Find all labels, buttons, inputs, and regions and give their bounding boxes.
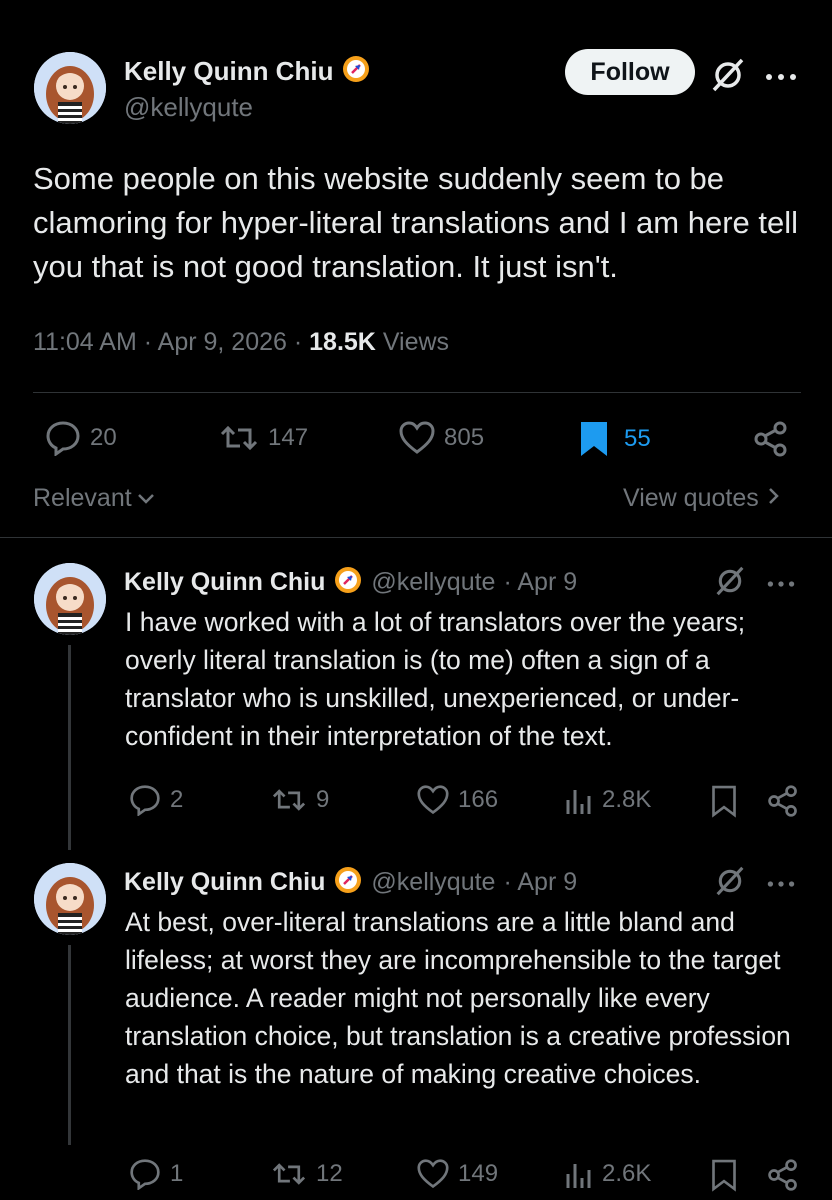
view-quotes-label: View quotes xyxy=(623,484,759,512)
grok-icon[interactable] xyxy=(712,866,748,901)
share-icon[interactable] xyxy=(766,1158,800,1197)
avatar[interactable] xyxy=(34,52,106,124)
bookmark-button[interactable]: 55 xyxy=(578,420,651,458)
reply-count: 1 xyxy=(170,1160,184,1187)
repost-icon xyxy=(270,1158,308,1190)
more-dots-icon[interactable] xyxy=(766,576,796,594)
repost-icon xyxy=(270,784,308,816)
view-quotes-link[interactable]: View quotes xyxy=(623,484,781,513)
repost-count: 12 xyxy=(316,1160,343,1187)
reply-icon xyxy=(44,420,82,456)
like-count: 149 xyxy=(458,1160,499,1187)
reply-handle[interactable]: @kellyqute xyxy=(371,568,495,597)
reply-button[interactable]: 20 xyxy=(44,420,117,456)
divider xyxy=(0,537,832,538)
chevron-right-icon xyxy=(767,484,781,513)
avatar[interactable] xyxy=(34,563,106,635)
follow-button[interactable]: Follow xyxy=(565,49,695,95)
sort-label: Relevant xyxy=(33,484,132,512)
views-count: 2.8K xyxy=(602,786,652,813)
reply-button[interactable]: 1 xyxy=(128,1158,183,1190)
share-icon[interactable] xyxy=(766,784,800,823)
thread-line xyxy=(68,945,71,1145)
like-button[interactable]: 149 xyxy=(416,1158,498,1190)
reply-text: I have worked with a lot of translators … xyxy=(125,607,746,751)
reply-date[interactable]: · Apr 9 xyxy=(503,868,577,897)
grok-icon[interactable] xyxy=(708,58,748,97)
divider xyxy=(33,392,801,393)
reply-handle[interactable]: @kellyqute xyxy=(371,868,495,897)
views-chart-icon xyxy=(564,784,594,816)
tweet-date[interactable]: Apr 9, 2026 xyxy=(158,328,287,356)
chevron-down-icon xyxy=(136,484,156,513)
tweet-text: Some people on this website suddenly see… xyxy=(33,161,799,284)
bookmark-icon[interactable] xyxy=(710,784,738,823)
reply-icon xyxy=(128,1158,162,1190)
author-handle[interactable]: @kellyqute xyxy=(124,92,253,123)
reply-date[interactable]: · Apr 9 xyxy=(503,568,577,597)
grok-icon[interactable] xyxy=(712,566,748,601)
like-button[interactable]: 805 xyxy=(398,420,484,456)
views-chart-icon xyxy=(564,1158,594,1190)
like-count: 166 xyxy=(458,786,499,813)
views-count: 2.6K xyxy=(602,1160,652,1187)
heart-icon xyxy=(398,420,436,456)
more-dots-icon[interactable] xyxy=(766,876,796,894)
reply-button[interactable]: 2 xyxy=(128,784,183,816)
reply-author-name[interactable]: Kelly Quinn Chiu xyxy=(124,568,325,597)
reply-count: 20 xyxy=(90,424,117,451)
verified-badge-icon xyxy=(333,565,363,600)
sort-dropdown[interactable]: Relevant xyxy=(33,484,156,513)
repost-icon xyxy=(218,420,260,456)
more-dots-icon[interactable] xyxy=(764,58,798,89)
share-icon[interactable] xyxy=(752,420,790,463)
reply-text: At best, over-literal translations are a… xyxy=(125,907,791,1089)
repost-count: 9 xyxy=(316,786,330,813)
avatar[interactable] xyxy=(34,863,106,935)
verified-badge-icon xyxy=(341,54,371,89)
views-button[interactable]: 2.8K xyxy=(564,784,651,816)
views-count: 18.5K xyxy=(309,328,376,356)
thread-line xyxy=(68,645,71,850)
repost-button[interactable]: 12 xyxy=(270,1158,343,1190)
views-button[interactable]: 2.6K xyxy=(564,1158,651,1190)
repost-button[interactable]: 147 xyxy=(218,420,308,456)
bookmark-icon xyxy=(578,420,610,458)
tweet-time[interactable]: 11:04 AM xyxy=(33,328,137,356)
bookmark-icon[interactable] xyxy=(710,1158,738,1197)
heart-icon xyxy=(416,784,450,816)
reply-count: 2 xyxy=(170,786,184,813)
reply-icon xyxy=(128,784,162,816)
like-count: 805 xyxy=(444,424,485,451)
reply-author-name[interactable]: Kelly Quinn Chiu xyxy=(124,868,325,897)
repost-count: 147 xyxy=(268,424,309,451)
heart-icon xyxy=(416,1158,450,1190)
repost-button[interactable]: 9 xyxy=(270,784,329,816)
like-button[interactable]: 166 xyxy=(416,784,498,816)
verified-badge-icon xyxy=(333,865,363,900)
author-name[interactable]: Kelly Quinn Chiu xyxy=(124,56,333,87)
views-label: Views xyxy=(382,328,450,356)
tweet-meta: 11:04 AM · Apr 9, 2026 · 18.5K Views xyxy=(33,328,450,356)
bookmark-count: 55 xyxy=(624,425,651,452)
